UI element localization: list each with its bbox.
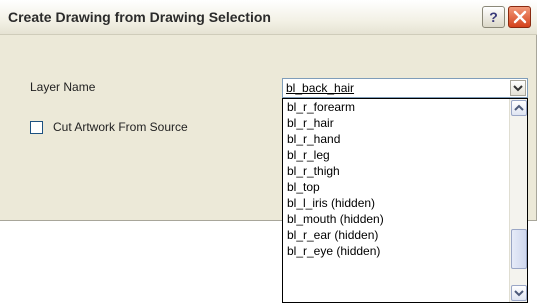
dialog-title: Create Drawing from Drawing Selection bbox=[8, 9, 271, 25]
layer-dropdown-list[interactable]: bl_r_forearm bl_r_hair bl_r_hand bl_r_le… bbox=[282, 98, 528, 303]
scrollbar-thumb[interactable] bbox=[511, 229, 527, 269]
dropdown-toggle[interactable] bbox=[510, 80, 526, 96]
list-item[interactable]: bl_top bbox=[283, 179, 509, 195]
list-item[interactable]: bl_r_thigh bbox=[283, 163, 509, 179]
help-button[interactable]: ? bbox=[482, 6, 505, 28]
scroll-down-icon bbox=[514, 290, 524, 297]
list-item[interactable]: bl_mouth (hidden) bbox=[283, 211, 509, 227]
scroll-up-icon bbox=[514, 104, 524, 111]
scroll-up-button[interactable] bbox=[511, 100, 527, 116]
layer-name-label: Layer Name bbox=[30, 80, 96, 94]
list-item[interactable]: bl_r_forearm bbox=[283, 99, 509, 115]
list-item[interactable]: bl_l_iris (hidden) bbox=[283, 195, 509, 211]
chevron-down-icon bbox=[513, 85, 523, 92]
help-icon: ? bbox=[489, 9, 498, 25]
close-icon bbox=[513, 10, 527, 24]
layer-name-select[interactable]: bl_back_hair bbox=[282, 78, 528, 98]
scroll-down-button[interactable] bbox=[511, 285, 527, 301]
list-item[interactable]: bl_r_leg bbox=[283, 147, 509, 163]
list-item[interactable]: bl_r_ear (hidden) bbox=[283, 227, 509, 243]
dropdown-items: bl_r_forearm bl_r_hair bl_r_hand bl_r_le… bbox=[283, 99, 509, 259]
title-bar: Create Drawing from Drawing Selection ? bbox=[0, 0, 537, 35]
cut-artwork-checkbox[interactable] bbox=[30, 121, 43, 134]
close-button[interactable] bbox=[508, 6, 531, 28]
list-item[interactable]: bl_r_hair bbox=[283, 115, 509, 131]
list-item[interactable]: bl_r_eye (hidden) bbox=[283, 243, 509, 259]
dropdown-scrollbar[interactable] bbox=[509, 99, 527, 302]
cut-artwork-label[interactable]: Cut Artwork From Source bbox=[53, 120, 188, 134]
layer-name-value: bl_back_hair bbox=[286, 81, 355, 95]
list-item[interactable]: bl_r_hand bbox=[283, 131, 509, 147]
